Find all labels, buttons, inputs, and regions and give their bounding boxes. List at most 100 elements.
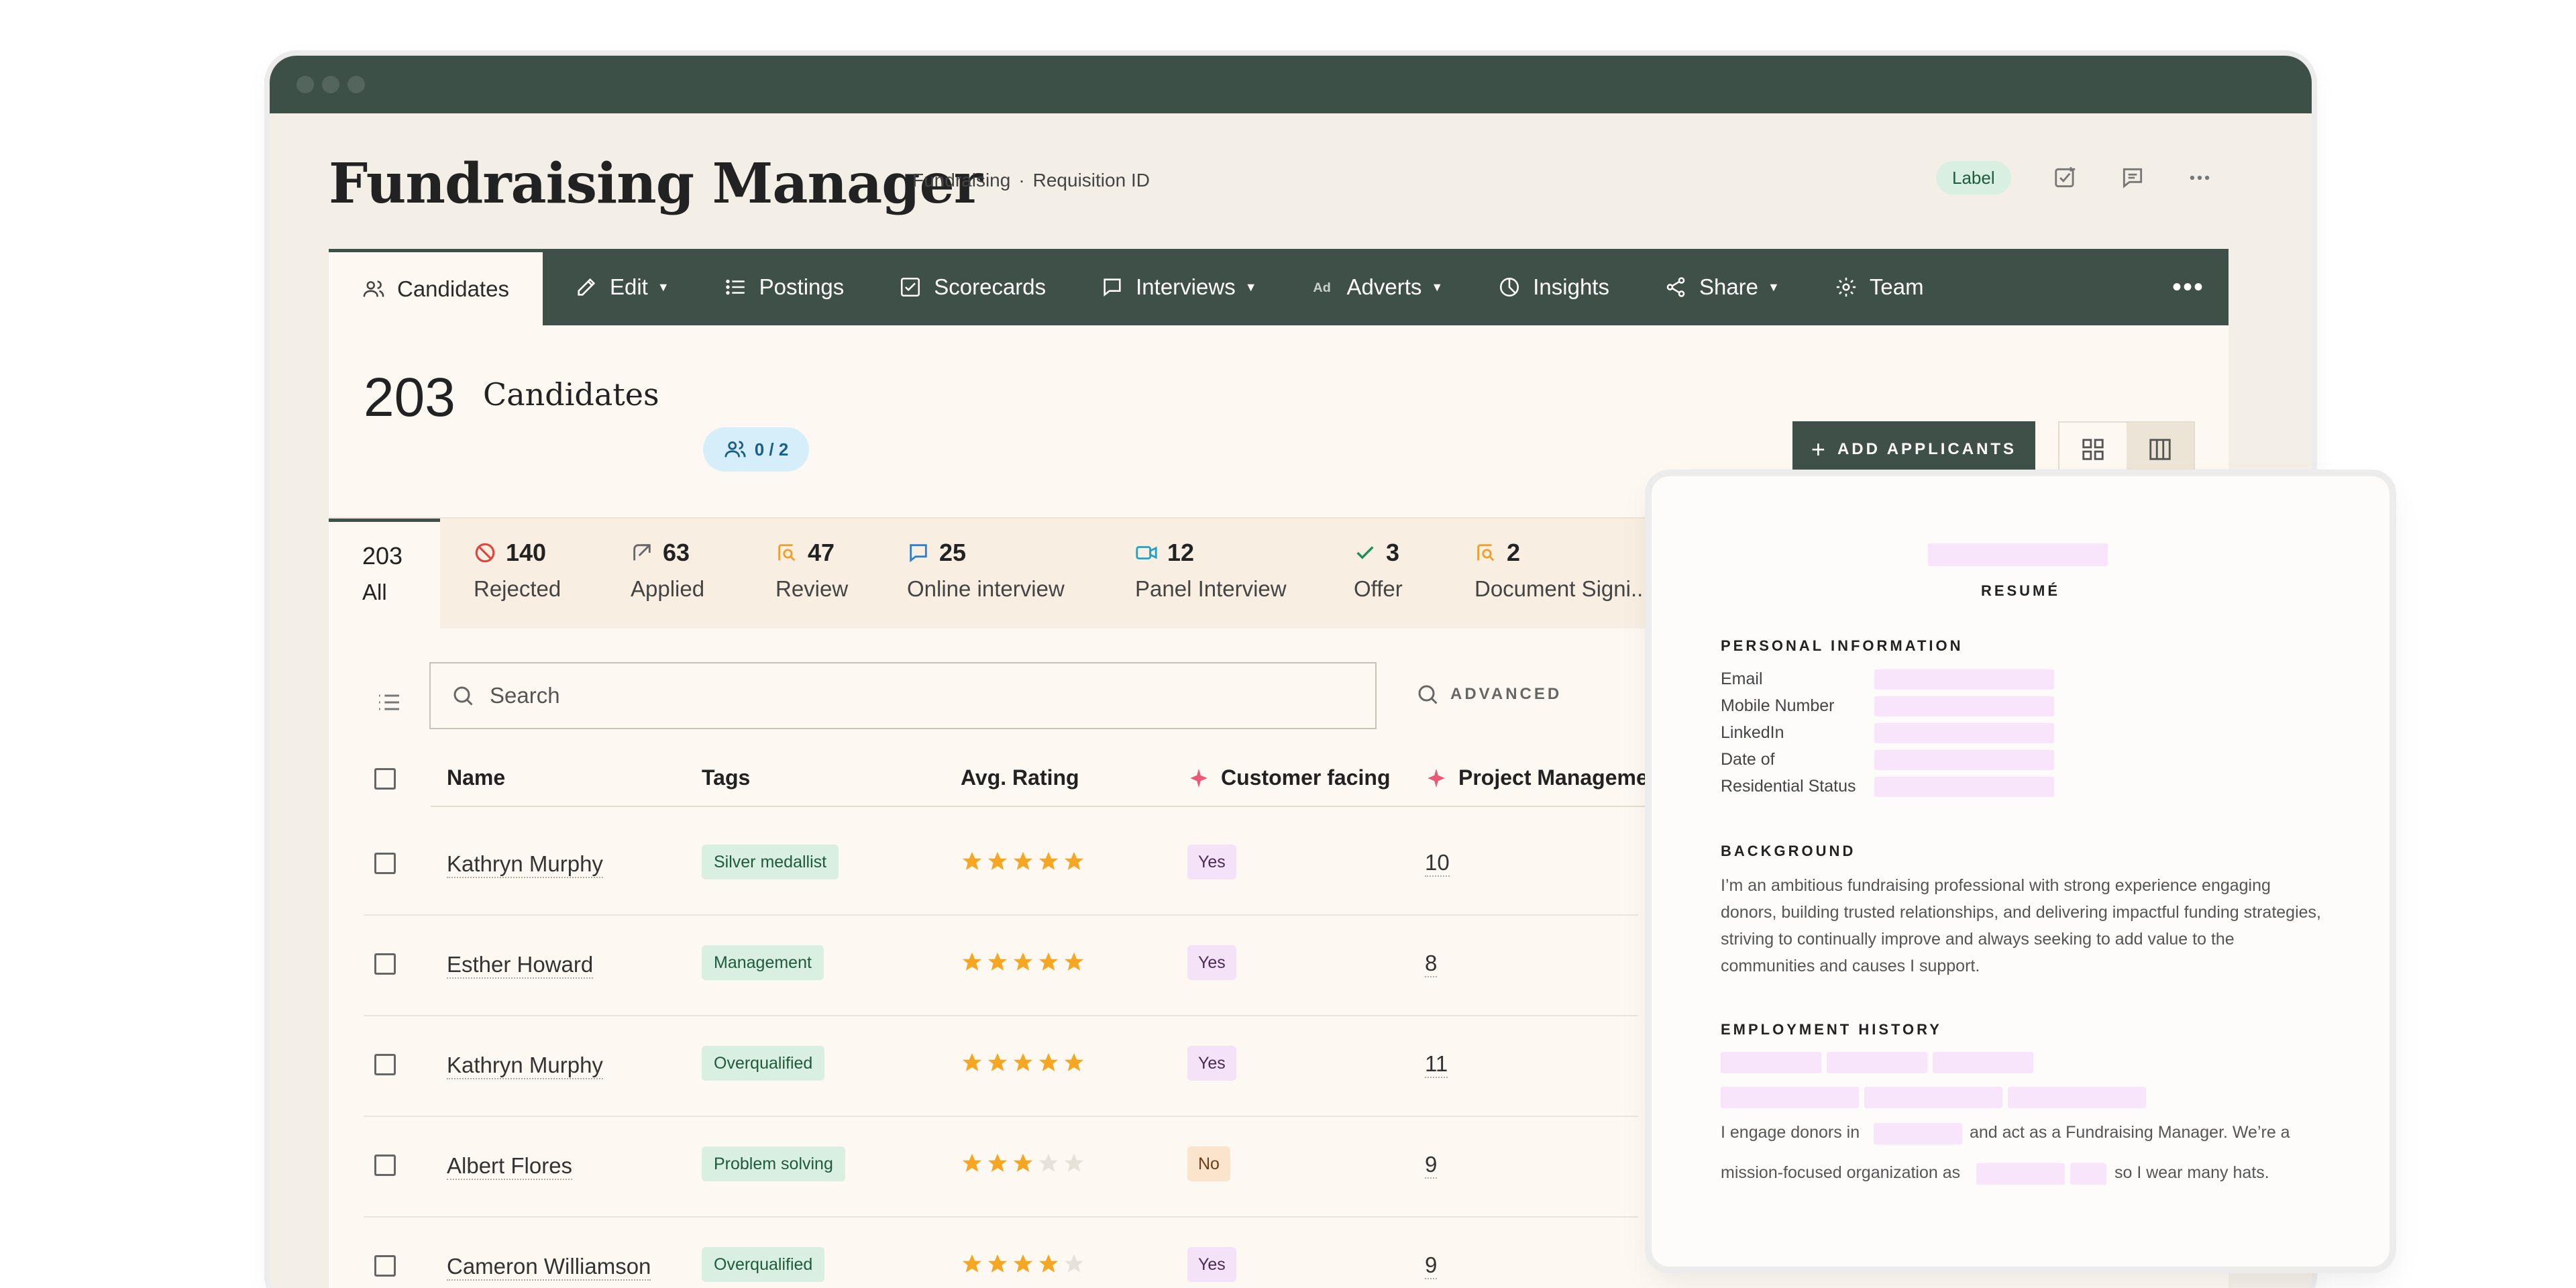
stage-panel-interview[interactable]: 12 Panel Interview <box>1135 539 1287 602</box>
chevron-down-icon: ▼ <box>1244 280 1257 294</box>
table-row[interactable]: Albert Flores Problem solving No 9 <box>364 1116 1705 1218</box>
select-all-checkbox[interactable] <box>374 768 396 790</box>
employment-line-2b: so I wear many hats. <box>2114 1163 2269 1182</box>
row-checkbox[interactable] <box>374 853 396 874</box>
redacted-employment <box>1721 1087 1859 1108</box>
search-input[interactable]: Search <box>429 662 1377 729</box>
row-checkbox[interactable] <box>374 1255 396 1277</box>
add-applicants-button[interactable]: + ADD APPLICANTS <box>1792 421 2035 478</box>
redacted-employment <box>1864 1087 2002 1108</box>
candidate-tag[interactable]: Problem solving <box>702 1146 845 1181</box>
star-filled-icon <box>1038 1053 1059 1071</box>
window-minimize-dot[interactable] <box>322 76 339 93</box>
star-filled-icon <box>987 1254 1008 1273</box>
breadcrumb-requisition[interactable]: Requisition ID <box>1033 170 1150 191</box>
project-management-score[interactable]: 10 <box>1425 850 1450 877</box>
employment-line-2a: mission-focused organization as <box>1721 1163 1961 1182</box>
star-empty-icon <box>1064 1153 1084 1172</box>
board-view-button[interactable] <box>2127 423 2194 476</box>
team-members-badge[interactable]: 0 / 2 <box>703 427 809 472</box>
breadcrumb-department[interactable]: Fundraising <box>912 170 1010 191</box>
candidate-name-link[interactable]: Cameron Williamson <box>447 1254 651 1281</box>
redacted-mobile <box>1874 696 2054 716</box>
breadcrumb: Fundraising · Requisition ID <box>912 170 1150 191</box>
comment-icon[interactable] <box>2120 165 2145 191</box>
tab-interviews[interactable]: Interviews ▼ <box>1069 249 1279 325</box>
column-header-tags[interactable]: Tags <box>702 765 750 790</box>
tab-insights[interactable]: Insights <box>1466 249 1632 325</box>
candidate-name-link[interactable]: Albert Flores <box>447 1153 573 1180</box>
stage-count: 12 <box>1167 539 1195 566</box>
grid-icon <box>2082 439 2104 460</box>
chevron-down-icon: ▼ <box>1431 280 1444 294</box>
stage-review[interactable]: 47 Review <box>775 539 848 602</box>
stage-all[interactable]: 203 All <box>329 519 440 630</box>
stage-count: 47 <box>808 539 835 566</box>
star-filled-icon <box>962 1254 982 1273</box>
stage-count: 2 <box>1507 539 1521 566</box>
column-header-rating[interactable]: Avg. Rating <box>961 765 1079 790</box>
row-checkbox[interactable] <box>374 953 396 975</box>
more-options-icon[interactable] <box>2187 165 2212 191</box>
table-row[interactable]: Kathryn Murphy Overqualified Yes 11 <box>364 1015 1705 1117</box>
tab-candidates[interactable]: Candidates <box>329 249 543 325</box>
tab-edit[interactable]: Edit ▼ <box>543 249 692 325</box>
search-icon <box>453 686 473 706</box>
tab-adverts-label: Adverts <box>1346 274 1422 299</box>
star-filled-icon <box>1038 952 1059 971</box>
tab-team[interactable]: Team <box>1803 249 1947 325</box>
project-management-score[interactable]: 8 <box>1425 951 1438 977</box>
stage-count: 25 <box>939 539 967 566</box>
star-empty-icon <box>1064 1254 1084 1273</box>
candidate-tag[interactable]: Overqualified <box>702 1046 825 1081</box>
rating-stars <box>961 1152 1085 1175</box>
row-checkbox[interactable] <box>374 1054 396 1075</box>
grid-view-button[interactable] <box>2059 423 2127 476</box>
stage-rejected[interactable]: 140 Rejected <box>474 539 561 602</box>
stage-offer[interactable]: 3 Offer <box>1354 539 1403 602</box>
candidate-tag[interactable]: Management <box>702 945 824 980</box>
checkbox-icon <box>901 277 920 297</box>
window-maximize-dot[interactable] <box>347 76 365 93</box>
rating-stars <box>961 1252 1085 1275</box>
tab-scorecards[interactable]: Scorecards <box>867 249 1069 325</box>
column-header-name[interactable]: Name <box>447 765 505 790</box>
table-row[interactable]: Kathryn Murphy Silver medallist Yes 10 <box>364 814 1705 916</box>
nav-more-button[interactable]: ••• <box>2148 249 2229 325</box>
window-close-dot[interactable] <box>297 76 314 93</box>
columns-icon <box>2149 439 2171 460</box>
tab-share[interactable]: Share ▼ <box>1632 249 1803 325</box>
chevron-down-icon: ▼ <box>1768 280 1780 294</box>
label-chip[interactable]: Label <box>1936 161 2011 195</box>
candidate-name-link[interactable]: Kathryn Murphy <box>447 851 603 878</box>
stage-online-interview[interactable]: 25 Online interview <box>907 539 1065 602</box>
project-management-score[interactable]: 11 <box>1425 1051 1448 1078</box>
tab-team-label: Team <box>1869 274 1924 299</box>
candidate-name-link[interactable]: Esther Howard <box>447 952 594 979</box>
table-row[interactable]: Esther Howard Management Yes 8 <box>364 914 1705 1016</box>
list-view-icon[interactable] <box>376 689 402 716</box>
tab-share-label: Share <box>1699 274 1759 299</box>
team-members-count: 0 / 2 <box>754 439 789 460</box>
star-filled-icon <box>987 952 1008 971</box>
chevron-down-icon: ▼ <box>657 280 669 294</box>
candidate-name-link[interactable]: Kathryn Murphy <box>447 1053 603 1079</box>
table-row[interactable]: Cameron Williamson Overqualified Yes 9 <box>364 1216 1705 1288</box>
project-management-score[interactable]: 9 <box>1425 1152 1438 1179</box>
advanced-search-button[interactable]: ADVANCED <box>1415 682 1562 706</box>
tab-adverts[interactable]: Ad Adverts ▼ <box>1280 249 1466 325</box>
project-management-score[interactable]: 9 <box>1425 1252 1438 1279</box>
candidate-tag[interactable]: Overqualified <box>702 1247 825 1282</box>
redacted-inline <box>1874 1123 1962 1144</box>
candidate-tag[interactable]: Silver medallist <box>702 845 839 879</box>
stage-document-signing[interactable]: 2 Document Signi... <box>1474 539 1649 602</box>
tab-postings[interactable]: Postings <box>692 249 867 325</box>
row-checkbox[interactable] <box>374 1155 396 1176</box>
column-header-project-management[interactable]: Project Managemen <box>1425 765 1661 790</box>
job-nav-bar: Candidates Edit ▼ Postings Scorecards Int… <box>329 249 2229 325</box>
stage-applied[interactable]: 63 Applied <box>631 539 704 602</box>
task-check-icon[interactable] <box>2053 165 2078 191</box>
star-filled-icon <box>1013 851 1033 870</box>
column-header-customer-facing[interactable]: Customer facing <box>1187 765 1390 790</box>
star-filled-icon <box>987 1153 1008 1172</box>
